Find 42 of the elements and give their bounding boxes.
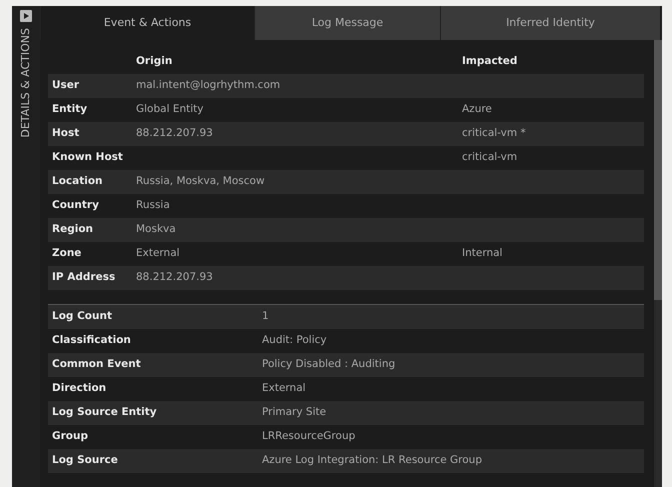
table-cell-text: LRResourceGroup [262, 429, 356, 444]
row-label: Host [51, 126, 80, 142]
row-label: Classification [51, 333, 132, 348]
row-label: Region [51, 222, 94, 238]
table-cell-text: Russia [136, 198, 171, 214]
expand-icon[interactable] [20, 10, 32, 22]
row-label: Zone [51, 246, 82, 262]
row-label: Direction [51, 381, 108, 396]
table-cell-text: 88.212.207.93 [136, 270, 214, 286]
row-label: IP Address [51, 270, 116, 286]
table-cell-text: Moskva [136, 222, 177, 238]
table-cell-text: Policy Disabled : Auditing [262, 357, 396, 372]
table-cell-text: Azure [462, 102, 492, 118]
table-cell-text: critical-vm [462, 150, 518, 166]
row-label: Entity [51, 102, 88, 118]
tab[interactable]: Log Message [254, 6, 440, 40]
row-label: User [51, 78, 80, 94]
row-label: Log Source [51, 453, 119, 468]
table-cell-text: Russia, Moskva, Moscow [136, 174, 266, 190]
column-header: Origin [136, 54, 174, 70]
table-cell-text: Azure Log Integration: LR Resource Group [262, 453, 482, 468]
table-cell-text: 88.212.207.93 [136, 126, 214, 142]
row-label: Log Count [51, 309, 113, 324]
row-label: Country [51, 198, 100, 214]
column-header: Impacted [462, 54, 518, 70]
table-cell-text: Primary Site [262, 405, 326, 420]
table-cell-text: External [262, 381, 306, 396]
table-cell-text: critical-vm * [462, 126, 526, 142]
row-label: Known Host [51, 150, 124, 166]
scrollbar[interactable] [654, 40, 662, 487]
row-label: Group [51, 429, 90, 444]
tab[interactable]: Inferred Identity [440, 6, 660, 40]
table-cell-text: Global Entity [136, 102, 204, 118]
table-cell-text: mal.intent@logrhythm.com [136, 78, 282, 94]
table-cell-text: 1 [262, 309, 269, 324]
table-cell-text: External [136, 246, 181, 262]
table-cell-text: Internal [462, 246, 502, 262]
row-label: Location [51, 174, 104, 190]
row-label: Common Event [51, 357, 142, 372]
side-tab-label[interactable]: DETAILS & ACTIONS [18, 28, 34, 138]
row-label: Log Source Entity [51, 405, 158, 420]
table-cell-text: Audit: Policy [262, 333, 327, 348]
